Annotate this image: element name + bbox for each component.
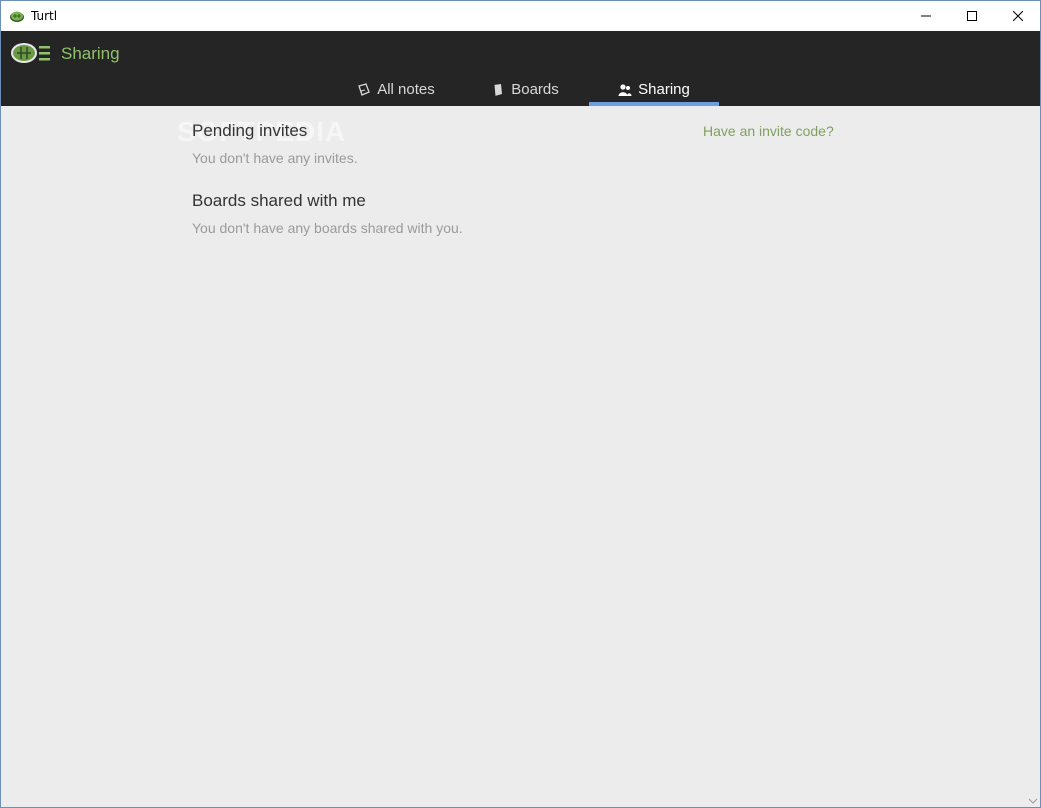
maximize-icon: [967, 11, 977, 21]
pending-invites-empty: You don't have any invites.: [192, 150, 358, 166]
sharing-content: SOFTPEDIA Pending invites You don't have…: [1, 106, 1040, 807]
notes-icon: [358, 82, 371, 96]
tab-label: Boards: [511, 81, 559, 98]
app-header: Sharing All notes Boards Sharing: [1, 31, 1040, 106]
main-tabs: All notes Boards Sharing: [1, 73, 1040, 106]
minimize-button[interactable]: [903, 1, 949, 31]
turtle-icon: [10, 11, 24, 22]
maximize-button[interactable]: [949, 1, 995, 31]
invite-code-link[interactable]: Have an invite code?: [703, 123, 834, 139]
title-bar: Turtl: [1, 1, 1040, 31]
shared-boards-heading: Boards shared with me: [192, 191, 366, 210]
tab-all-notes[interactable]: All notes: [331, 73, 461, 106]
turtl-logo-icon[interactable]: [9, 39, 51, 67]
close-icon: [1013, 11, 1023, 21]
scroll-down-icon[interactable]: [1028, 797, 1038, 805]
tab-label: Sharing: [638, 81, 690, 98]
tab-sharing[interactable]: Sharing: [589, 73, 719, 106]
users-icon: [618, 83, 632, 96]
window-title: Turtl: [31, 9, 58, 23]
tab-boards[interactable]: Boards: [461, 73, 589, 106]
tab-label: All notes: [377, 81, 435, 98]
close-button[interactable]: [995, 1, 1041, 31]
shared-boards-empty: You don't have any boards shared with yo…: [192, 220, 463, 236]
app-window: Turtl Sharing All notes Boards Sharing S…: [0, 0, 1041, 808]
minimize-icon: [921, 15, 931, 17]
book-icon: [493, 83, 503, 96]
section-title: Sharing: [61, 44, 120, 63]
pending-invites-heading: Pending invites: [192, 121, 308, 140]
